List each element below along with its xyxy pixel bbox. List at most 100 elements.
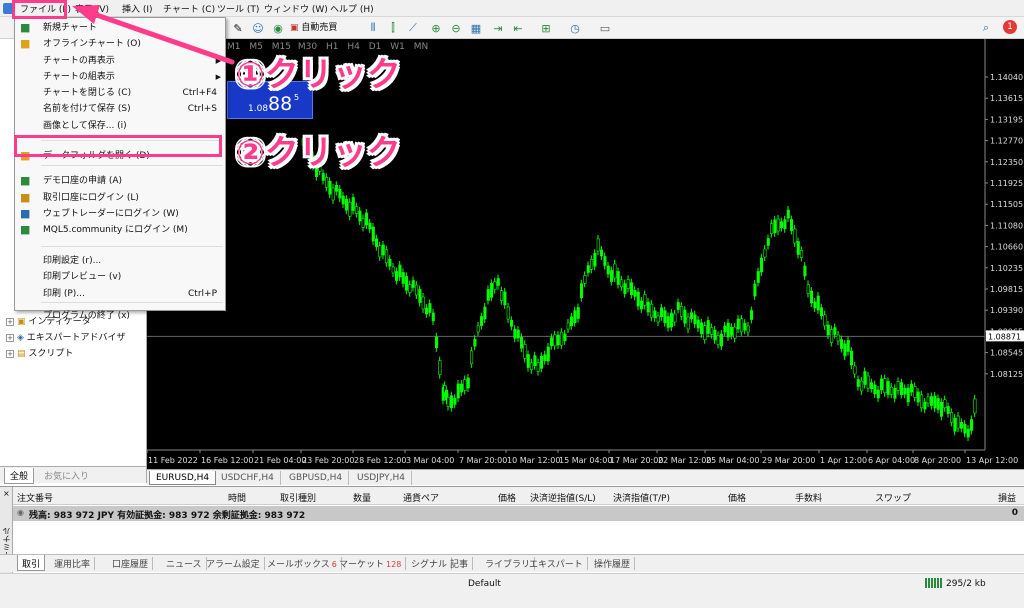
file-menu-item[interactable]: ■ MQL5.community にログイン (M) (15, 222, 225, 238)
line-chart-icon[interactable]: ⟋ (405, 20, 421, 36)
experts-icon[interactable]: ✎ (230, 20, 246, 36)
chart-tab-usdchf[interactable]: USDCHF,H4 (215, 471, 281, 485)
candle-body (783, 219, 787, 230)
file-menu-item[interactable]: 名前を付けて保存 (S) Ctrl+S (15, 101, 225, 117)
col-profit[interactable]: 損益 (998, 491, 1016, 504)
col-type[interactable]: 取引種別 (280, 491, 316, 504)
file-menu-item[interactable]: ■ ウェブトレーダーにログイン (W) (15, 206, 225, 222)
col-swap[interactable]: スワップ (875, 491, 911, 504)
col-commission[interactable]: 手数料 (795, 491, 822, 504)
file-menu-item[interactable]: チャートの再表示 ▶ (15, 53, 225, 69)
chart-tab-usdjpy[interactable]: USDJPY,H4 (351, 471, 412, 485)
tab-general[interactable]: 全般 (4, 468, 35, 484)
col-sl[interactable]: 決済逆指値(S/L) (530, 491, 596, 504)
menu-window[interactable]: ウィンドウ (W) (264, 2, 328, 15)
menu-insert[interactable]: 挿入 (I) (122, 2, 153, 15)
terminal-tab[interactable]: 口座履歴 (108, 557, 154, 570)
candle-body (940, 402, 944, 417)
candle-body (516, 329, 520, 339)
tile-windows-icon[interactable]: ▦ (468, 20, 484, 36)
file-menu-item[interactable]: 印刷設定 (r)... (15, 253, 225, 269)
balance-row[interactable]: ◉ 残高: 983 972 JPY 有効証拠金: 983 972 余剰証拠金: … (13, 506, 1024, 521)
price-tick-label: 1.10235 (990, 264, 1023, 273)
expand-icon[interactable]: + (6, 317, 14, 326)
menu-view[interactable]: 表示 (V) (75, 2, 109, 15)
file-menu-item[interactable]: ■ 新規チャート (15, 20, 225, 36)
file-menu-item[interactable]: ■ 取引口座にログイン (L) (15, 190, 225, 206)
periods-icon[interactable]: ◷ (567, 20, 583, 36)
menu-chart[interactable]: チャート (C) (163, 2, 215, 15)
file-menu-label: 取引口座にログイン (L) (43, 193, 139, 203)
file-menu-item[interactable]: 印刷 (P)... Ctrl+P (15, 286, 225, 302)
menu-tools[interactable]: ツール (T) (217, 2, 259, 15)
menu-help[interactable]: ヘルプ (H) (330, 2, 374, 15)
nav-scripts[interactable]: + ▤ スクリプト (6, 346, 73, 359)
globe-icon[interactable]: ◉ (270, 20, 286, 36)
terminal-tab[interactable]: メールボックス 6 (263, 557, 342, 570)
price-tick-label: 1.09390 (990, 306, 1023, 315)
templates-icon[interactable]: ▭ (597, 20, 613, 36)
terminal-tab[interactable]: 記事 (446, 557, 474, 570)
file-menu-label: MQL5.community にログイン (M) (43, 225, 188, 235)
file-menu-label: チャートの再表示 (43, 56, 115, 66)
time-tick-label: 8 Apr 20:00 (914, 456, 961, 465)
expand-icon[interactable]: + (6, 333, 14, 342)
file-menu-item[interactable]: 印刷プレビュー (v) (15, 269, 225, 285)
chart-shift-icon[interactable]: ⇤ (510, 20, 526, 36)
candle-body (720, 333, 724, 347)
chart-window[interactable]: M1 M5 M15 M30 H1 H4 D1 W1 MN 1.08 88 5 1… (147, 39, 1024, 469)
terminal-tab-label: 操作履歴 (594, 560, 631, 570)
col-volume[interactable]: 数量 (353, 491, 371, 504)
people-icon[interactable]: ☺ (250, 20, 266, 36)
autoscroll-icon[interactable]: ⇥ (490, 20, 506, 36)
notification-badge[interactable]: 1 (1003, 20, 1017, 34)
candle-body (586, 265, 590, 273)
candle-body (696, 319, 700, 329)
file-menu-item[interactable]: プログラムの終了 (x) (15, 308, 225, 324)
candle-body (900, 382, 904, 395)
terminal-tab[interactable]: アラーム設定 (202, 557, 265, 570)
chart-tab-eurusd[interactable]: EURUSD,H4 (149, 471, 217, 485)
col-tp[interactable]: 決済指値(T/P) (613, 491, 670, 504)
zoom-in-icon[interactable]: ⊕ (428, 20, 444, 36)
col-price2[interactable]: 価格 (728, 491, 746, 504)
candle-body (943, 399, 947, 408)
terminal-tab[interactable]: ニュース (162, 557, 207, 570)
candle-body (970, 419, 974, 431)
candle-body (653, 310, 657, 319)
col-symbol[interactable]: 通貨ペア (403, 491, 439, 504)
candle-body (923, 401, 927, 410)
candle-chart-icon[interactable]: ⫿ (385, 20, 401, 36)
candle-body (553, 334, 557, 347)
col-order[interactable]: 注文番号 (17, 491, 53, 504)
search-icon[interactable]: ⌕ (978, 20, 994, 36)
file-menu-item[interactable]: ■ オフラインチャート (O) (15, 36, 225, 52)
col-price[interactable]: 価格 (498, 491, 516, 504)
tab-favorites[interactable]: お気に入り (44, 469, 89, 482)
indicators-icon[interactable]: ⊞ (538, 20, 554, 36)
nav-experts[interactable]: + ◈ エキスパートアドバイザ (6, 330, 126, 343)
terminal-tab[interactable]: マーケット 128 (335, 557, 407, 570)
terminal-tab[interactable]: 取引 (17, 555, 46, 571)
menu-separator (41, 246, 223, 247)
terminal-tab[interactable]: エキスパート (525, 557, 588, 570)
candle-body (476, 325, 480, 333)
file-menu-label: 新規チャート (43, 23, 97, 33)
terminal-tab[interactable]: 運用比率 (50, 557, 96, 570)
candle-body (646, 301, 650, 313)
chart-tab-gbpusd[interactable]: GBPUSD,H4 (283, 471, 350, 485)
file-menu-item[interactable]: チャートを閉じる (C) Ctrl+F4 (15, 85, 225, 101)
autotrade-button[interactable]: ▣ 自動売買 (290, 20, 337, 36)
file-menu-item[interactable]: チャートの組表示 ▶ (15, 69, 225, 85)
candle-body (405, 276, 409, 291)
price-chart[interactable]: 1.14040 1.13615 1.13195 1.12770 1.12350 1.119… (147, 39, 1024, 469)
zoom-out-icon[interactable]: ⊖ (448, 20, 464, 36)
file-menu-item[interactable]: 画像として保存... (i) (15, 118, 225, 134)
terminal-close-icon[interactable]: × (3, 489, 10, 498)
expand-icon[interactable]: + (6, 349, 14, 358)
bar-chart-icon[interactable]: ⫴ (365, 20, 381, 36)
col-time[interactable]: 時間 (228, 491, 246, 504)
file-menu-item[interactable]: ■ デモ口座の申請 (A) (15, 173, 225, 189)
file-menu-label: 印刷 (P)... (43, 289, 85, 299)
terminal-tab[interactable]: 操作履歴 (590, 557, 636, 570)
